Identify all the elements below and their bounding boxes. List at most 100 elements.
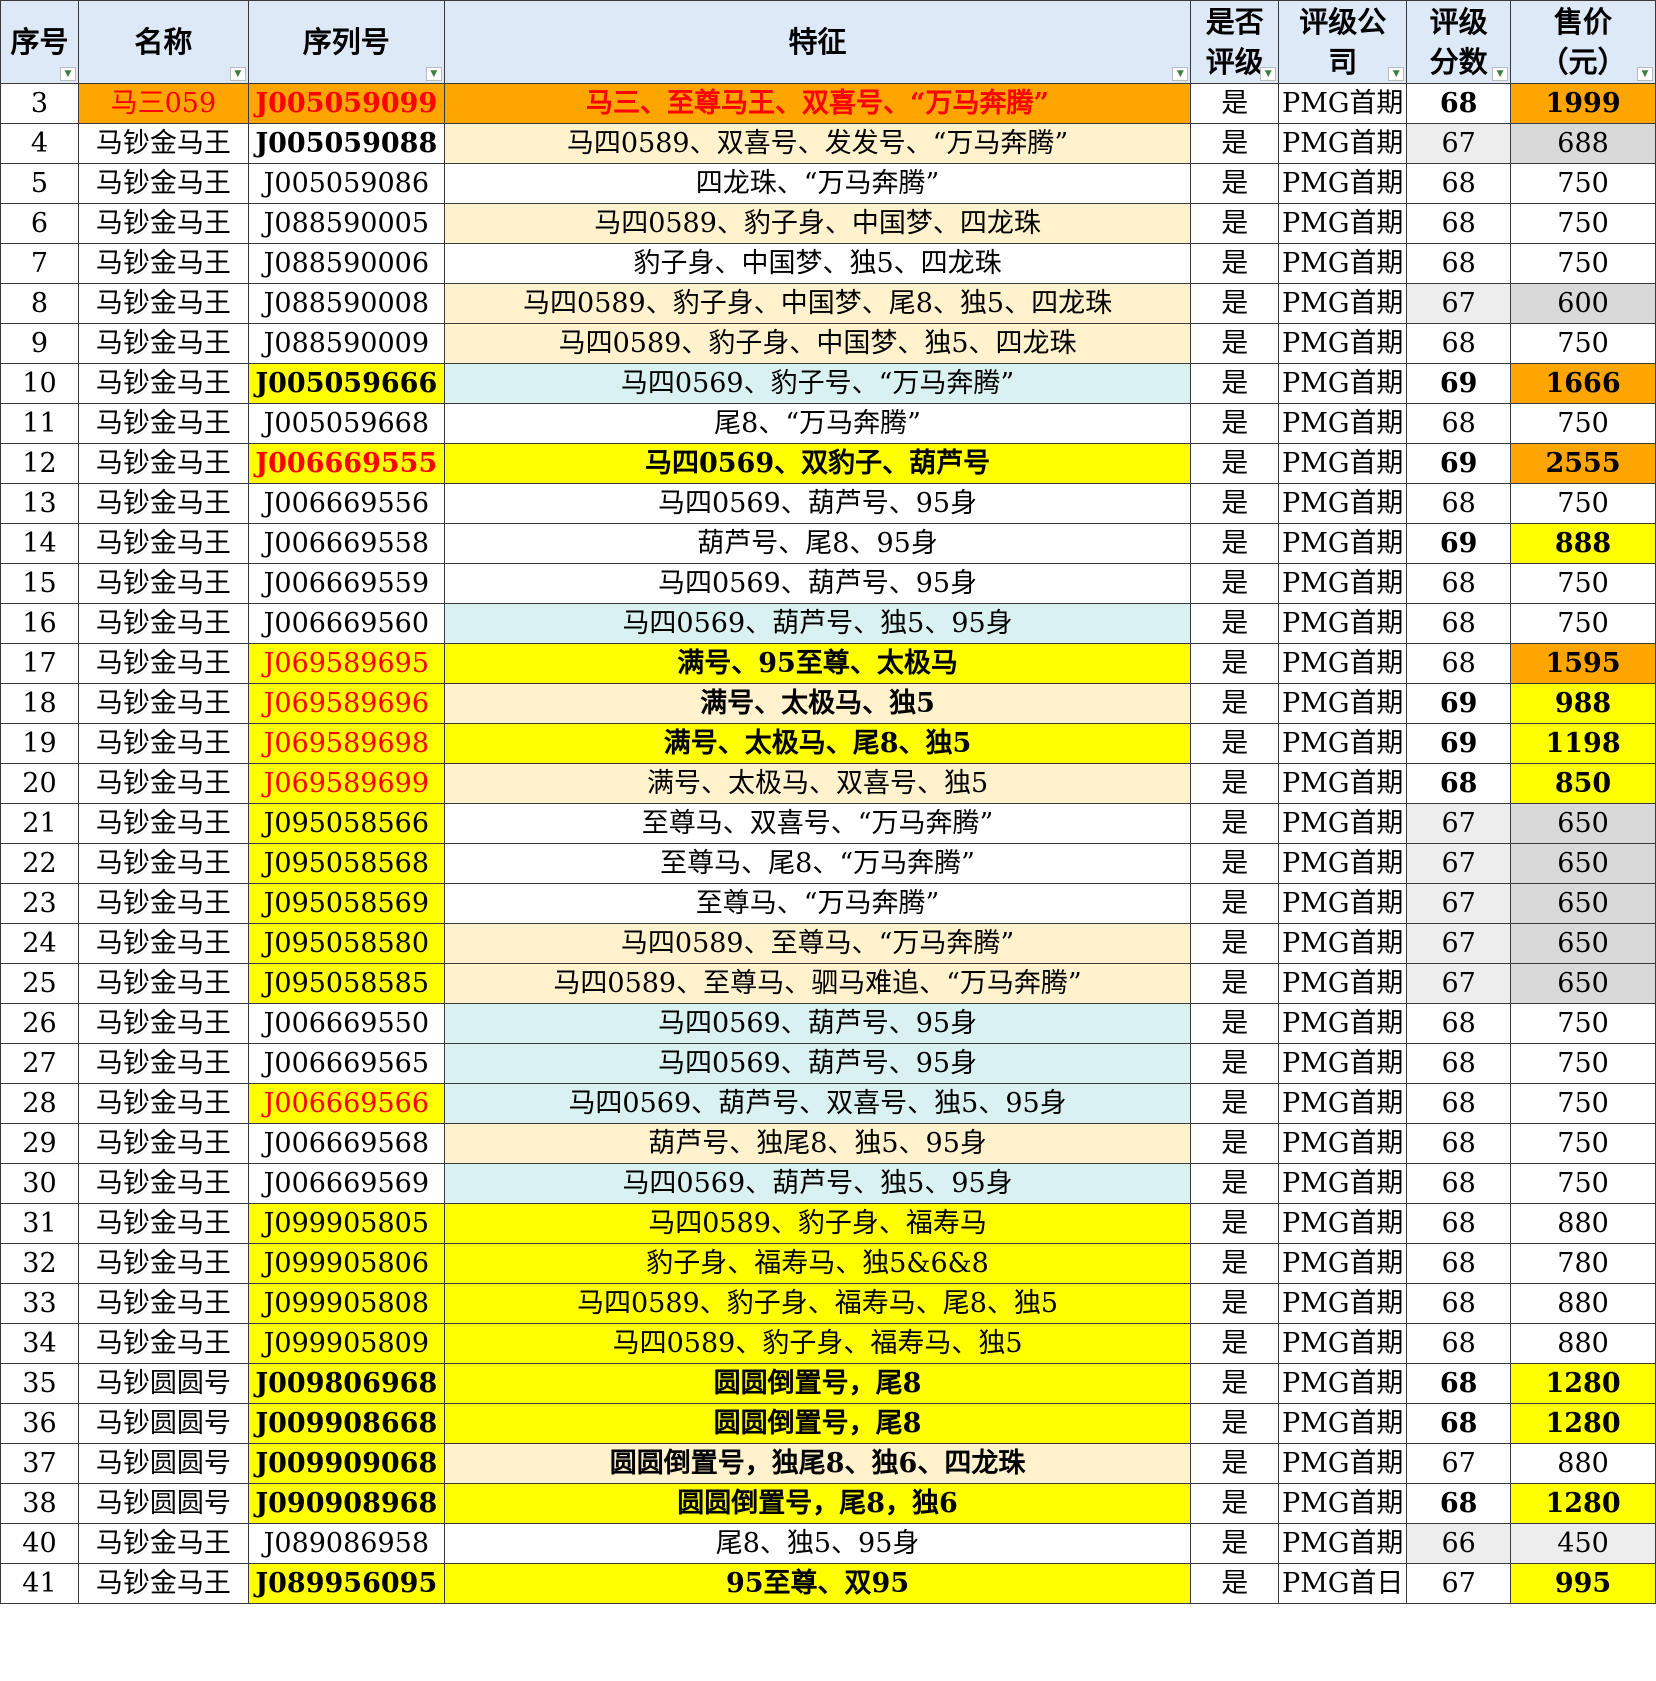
cell-co[interactable]: PMG首期 [1278,1203,1408,1244]
cell-score[interactable]: 67 [1406,123,1512,164]
cell-name[interactable]: 马钞金马王 [77,123,249,164]
cell-name[interactable]: 马钞金马王 [77,1163,249,1204]
cell-sn[interactable]: J095058585 [247,963,445,1004]
cell-name[interactable]: 马钞金马王 [77,1243,249,1284]
cell-sn[interactable]: J069589699 [247,763,445,804]
cell-score[interactable]: 67 [1406,1563,1512,1604]
cell-score[interactable]: 68 [1406,163,1512,204]
cell-price[interactable]: 750 [1510,1003,1656,1044]
cell-idx[interactable]: 15 [0,563,79,604]
cell-score[interactable]: 68 [1406,763,1512,804]
cell-price[interactable]: 1666 [1510,363,1656,404]
cell-sn[interactable]: J006669550 [247,1003,445,1044]
cell-grd[interactable]: 是 [1190,1123,1280,1164]
cell-price[interactable]: 880 [1510,1443,1656,1484]
cell-name[interactable]: 马钞金马王 [77,803,249,844]
cell-price[interactable]: 1280 [1510,1363,1656,1404]
cell-price[interactable]: 750 [1510,563,1656,604]
cell-idx[interactable]: 28 [0,1083,79,1124]
cell-feat[interactable]: 至尊马、尾8、“万马奔腾” [443,843,1192,884]
cell-sn[interactable]: J099905808 [247,1283,445,1324]
cell-feat[interactable]: 圆圆倒置号，尾8，独6 [443,1483,1192,1524]
cell-name[interactable]: 马钞金马王 [77,203,249,244]
cell-idx[interactable]: 30 [0,1163,79,1204]
cell-name[interactable]: 马钞金马王 [77,1123,249,1164]
cell-score[interactable]: 69 [1406,523,1512,564]
cell-price[interactable]: 880 [1510,1323,1656,1364]
cell-grd[interactable]: 是 [1190,563,1280,604]
cell-co[interactable]: PMG首期 [1278,1323,1408,1364]
cell-feat[interactable]: 豹子身、福寿马、独5&6&8 [443,1243,1192,1284]
cell-idx[interactable]: 27 [0,1043,79,1084]
cell-name[interactable]: 马钞金马王 [77,163,249,204]
cell-co[interactable]: PMG首期 [1278,1523,1408,1564]
cell-name[interactable]: 马钞金马王 [77,923,249,964]
cell-sn[interactable]: J009909068 [247,1443,445,1484]
cell-price[interactable]: 780 [1510,1243,1656,1284]
cell-name[interactable]: 马钞圆圆号 [77,1363,249,1404]
cell-feat[interactable]: 葫芦号、尾8、95身 [443,523,1192,564]
cell-sn[interactable]: J099905805 [247,1203,445,1244]
cell-idx[interactable]: 17 [0,643,79,684]
cell-price[interactable]: 750 [1510,483,1656,524]
cell-price[interactable]: 750 [1510,1083,1656,1124]
cell-feat[interactable]: 马四0569、葫芦号、95身 [443,1043,1192,1084]
cell-price[interactable]: 750 [1510,163,1656,204]
cell-idx[interactable]: 33 [0,1283,79,1324]
cell-sn[interactable]: J006669566 [247,1083,445,1124]
cell-grd[interactable]: 是 [1190,483,1280,524]
cell-idx[interactable]: 34 [0,1323,79,1364]
cell-feat[interactable]: 马四0569、葫芦号、95身 [443,563,1192,604]
cell-price[interactable]: 850 [1510,763,1656,804]
cell-co[interactable]: PMG首期 [1278,563,1408,604]
cell-co[interactable]: PMG首期 [1278,283,1408,324]
cell-sn[interactable]: J009806968 [247,1363,445,1404]
cell-score[interactable]: 69 [1406,683,1512,724]
cell-name[interactable]: 马钞金马王 [77,283,249,324]
cell-grd[interactable]: 是 [1190,1283,1280,1324]
cell-grd[interactable]: 是 [1190,1483,1280,1524]
cell-price[interactable]: 750 [1510,1123,1656,1164]
cell-score[interactable]: 68 [1406,1043,1512,1084]
cell-name[interactable]: 马钞金马王 [77,723,249,764]
cell-name[interactable]: 马钞金马王 [77,763,249,804]
cell-name[interactable]: 马钞金马王 [77,1203,249,1244]
cell-co[interactable]: PMG首期 [1278,803,1408,844]
cell-price[interactable]: 650 [1510,963,1656,1004]
cell-sn[interactable]: J006669565 [247,1043,445,1084]
cell-grd[interactable]: 是 [1190,523,1280,564]
cell-sn[interactable]: J099905809 [247,1323,445,1364]
cell-sn[interactable]: J006669568 [247,1123,445,1164]
cell-score[interactable]: 67 [1406,283,1512,324]
cell-feat[interactable]: 马四0589、豹子身、福寿马 [443,1203,1192,1244]
cell-co[interactable]: PMG首期 [1278,1483,1408,1524]
cell-feat[interactable]: 马四0569、双豹子、葫芦号 [443,443,1192,484]
filter-dropdown-icon[interactable]: ▼ [229,67,246,81]
cell-price[interactable]: 650 [1510,923,1656,964]
cell-sn[interactable]: J089086958 [247,1523,445,1564]
cell-idx[interactable]: 41 [0,1563,79,1604]
cell-co[interactable]: PMG首期 [1278,603,1408,644]
cell-idx[interactable]: 35 [0,1363,79,1404]
cell-feat[interactable]: 马四0589、豹子身、福寿马、独5 [443,1323,1192,1364]
cell-sn[interactable]: J006669559 [247,563,445,604]
cell-name[interactable]: 马钞金马王 [77,1283,249,1324]
cell-name[interactable]: 马钞金马王 [77,443,249,484]
cell-co[interactable]: PMG首期 [1278,523,1408,564]
cell-score[interactable]: 68 [1406,1003,1512,1044]
cell-score[interactable]: 68 [1406,643,1512,684]
cell-score[interactable]: 67 [1406,1443,1512,1484]
cell-grd[interactable]: 是 [1190,763,1280,804]
cell-co[interactable]: PMG首期 [1278,1403,1408,1444]
cell-co[interactable]: PMG首期 [1278,363,1408,404]
cell-grd[interactable]: 是 [1190,123,1280,164]
cell-price[interactable]: 750 [1510,323,1656,364]
cell-co[interactable]: PMG首期 [1278,483,1408,524]
cell-name[interactable]: 马钞圆圆号 [77,1483,249,1524]
cell-idx[interactable]: 37 [0,1443,79,1484]
cell-sn[interactable]: J090908968 [247,1483,445,1524]
cell-price[interactable]: 750 [1510,1043,1656,1084]
cell-grd[interactable]: 是 [1190,923,1280,964]
cell-grd[interactable]: 是 [1190,1003,1280,1044]
cell-price[interactable]: 750 [1510,243,1656,284]
